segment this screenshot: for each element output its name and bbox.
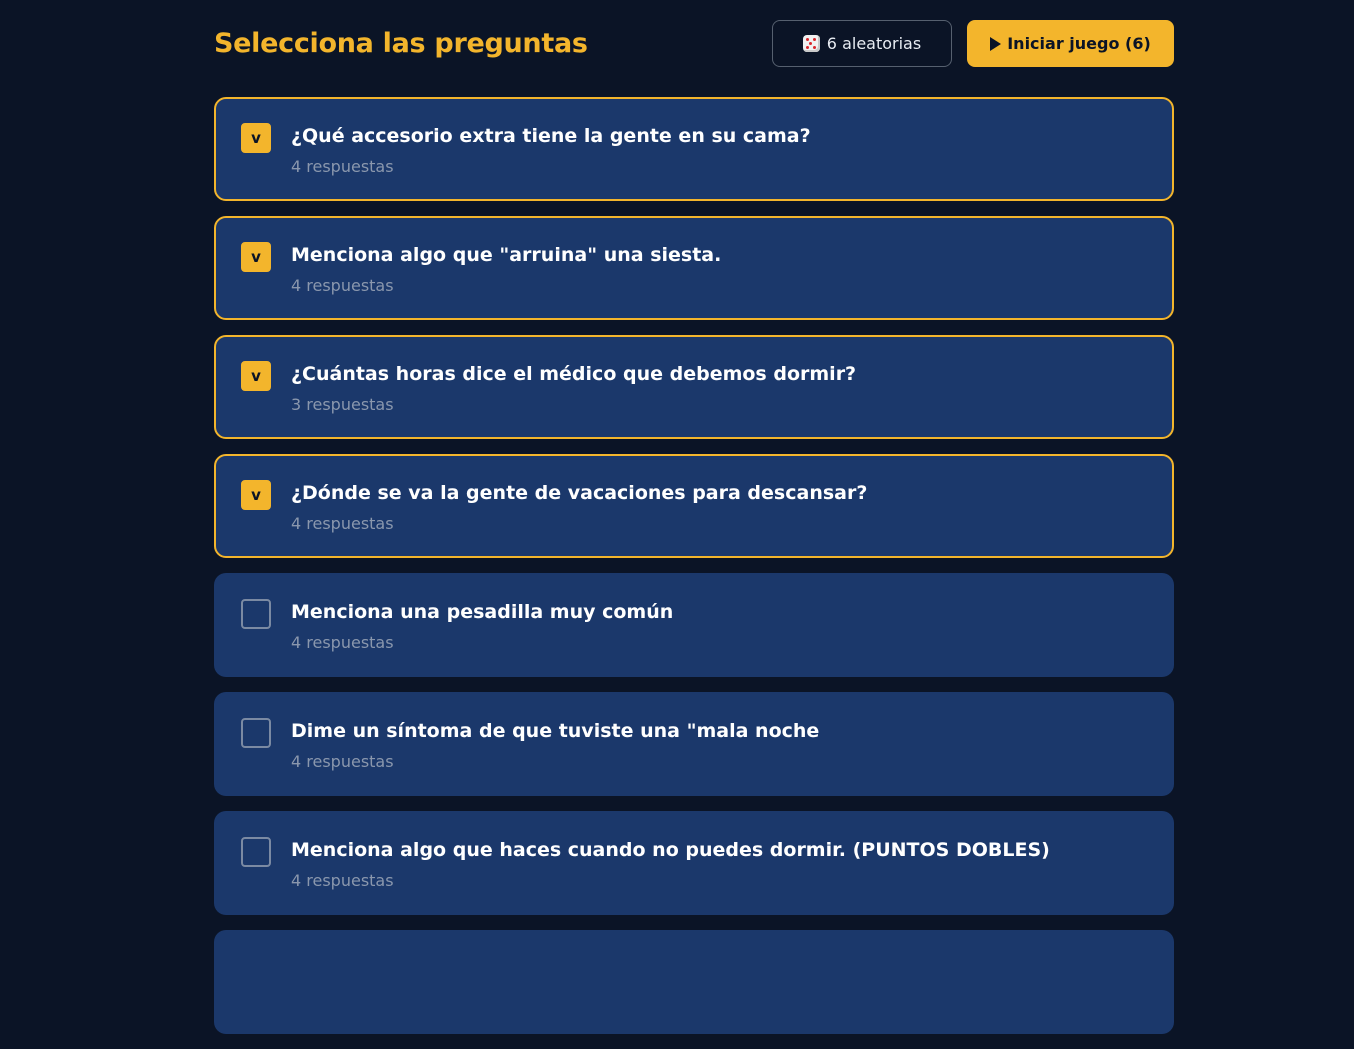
checkbox-unchecked[interactable] xyxy=(241,599,271,629)
header: Selecciona las preguntas 6 aleatorias In… xyxy=(214,0,1174,97)
question-text: Dime un síntoma de que tuviste una "mala… xyxy=(291,720,820,742)
answer-count: 4 respuestas xyxy=(291,276,394,295)
main-container: Selecciona las preguntas 6 aleatorias In… xyxy=(214,0,1174,1034)
question-list: v ¿Qué accesorio extra tiene la gente en … xyxy=(214,97,1174,1049)
answer-count: 4 respuestas xyxy=(291,514,394,533)
random-questions-label: 6 aleatorias xyxy=(826,34,922,53)
question-item[interactable]: v ¿Dónde se va la gente de vacaciones par… xyxy=(214,454,1174,558)
question-text: Menciona algo que "arruina" una siesta. xyxy=(291,244,722,266)
random-questions-button[interactable]: 6 aleatorias xyxy=(772,20,952,67)
check-icon: v xyxy=(251,129,261,147)
question-item[interactable]: Menciona una pesadilla muy común 4 respue… xyxy=(214,573,1174,677)
play-icon xyxy=(990,36,1002,51)
checkbox-unchecked[interactable] xyxy=(241,837,271,867)
question-text: ¿Cuántas horas dice el médico que debemo… xyxy=(291,363,857,385)
checkbox-checked[interactable]: v xyxy=(241,123,271,153)
check-icon: v xyxy=(251,248,261,266)
question-item-partial[interactable] xyxy=(214,930,1174,1034)
check-icon: v xyxy=(251,486,261,504)
question-text: ¿Qué accesorio extra tiene la gente en s… xyxy=(291,125,811,147)
check-icon: v xyxy=(251,367,261,385)
page-title: Selecciona las preguntas xyxy=(214,28,588,59)
question-text: Menciona una pesadilla muy común xyxy=(291,601,674,623)
question-item[interactable]: v ¿Qué accesorio extra tiene la gente en … xyxy=(214,97,1174,201)
checkbox-checked[interactable]: v xyxy=(241,361,271,391)
answer-count: 4 respuestas xyxy=(291,752,394,771)
checkbox-unchecked[interactable] xyxy=(241,718,271,748)
question-item[interactable]: v Menciona algo que "arruina" una siesta.… xyxy=(214,216,1174,320)
question-item[interactable]: Menciona algo que haces cuando no puedes… xyxy=(214,811,1174,915)
answer-count: 4 respuestas xyxy=(291,157,394,176)
answer-count: 3 respuestas xyxy=(291,395,394,414)
question-item[interactable]: Dime un síntoma de que tuviste una "mala… xyxy=(214,692,1174,796)
answer-count: 4 respuestas xyxy=(291,871,394,890)
answer-count: 4 respuestas xyxy=(291,633,394,652)
question-item[interactable]: v ¿Cuántas horas dice el médico que debem… xyxy=(214,335,1174,439)
start-game-button[interactable]: Iniciar juego (6) xyxy=(967,20,1174,67)
question-text: ¿Dónde se va la gente de vacaciones para… xyxy=(291,482,868,504)
start-game-label: Iniciar juego (6) xyxy=(1007,34,1151,53)
question-text: Menciona algo que haces cuando no puedes… xyxy=(291,839,1050,861)
checkbox-checked[interactable]: v xyxy=(241,480,271,510)
dice-icon xyxy=(802,35,820,52)
checkbox-checked[interactable]: v xyxy=(241,242,271,272)
